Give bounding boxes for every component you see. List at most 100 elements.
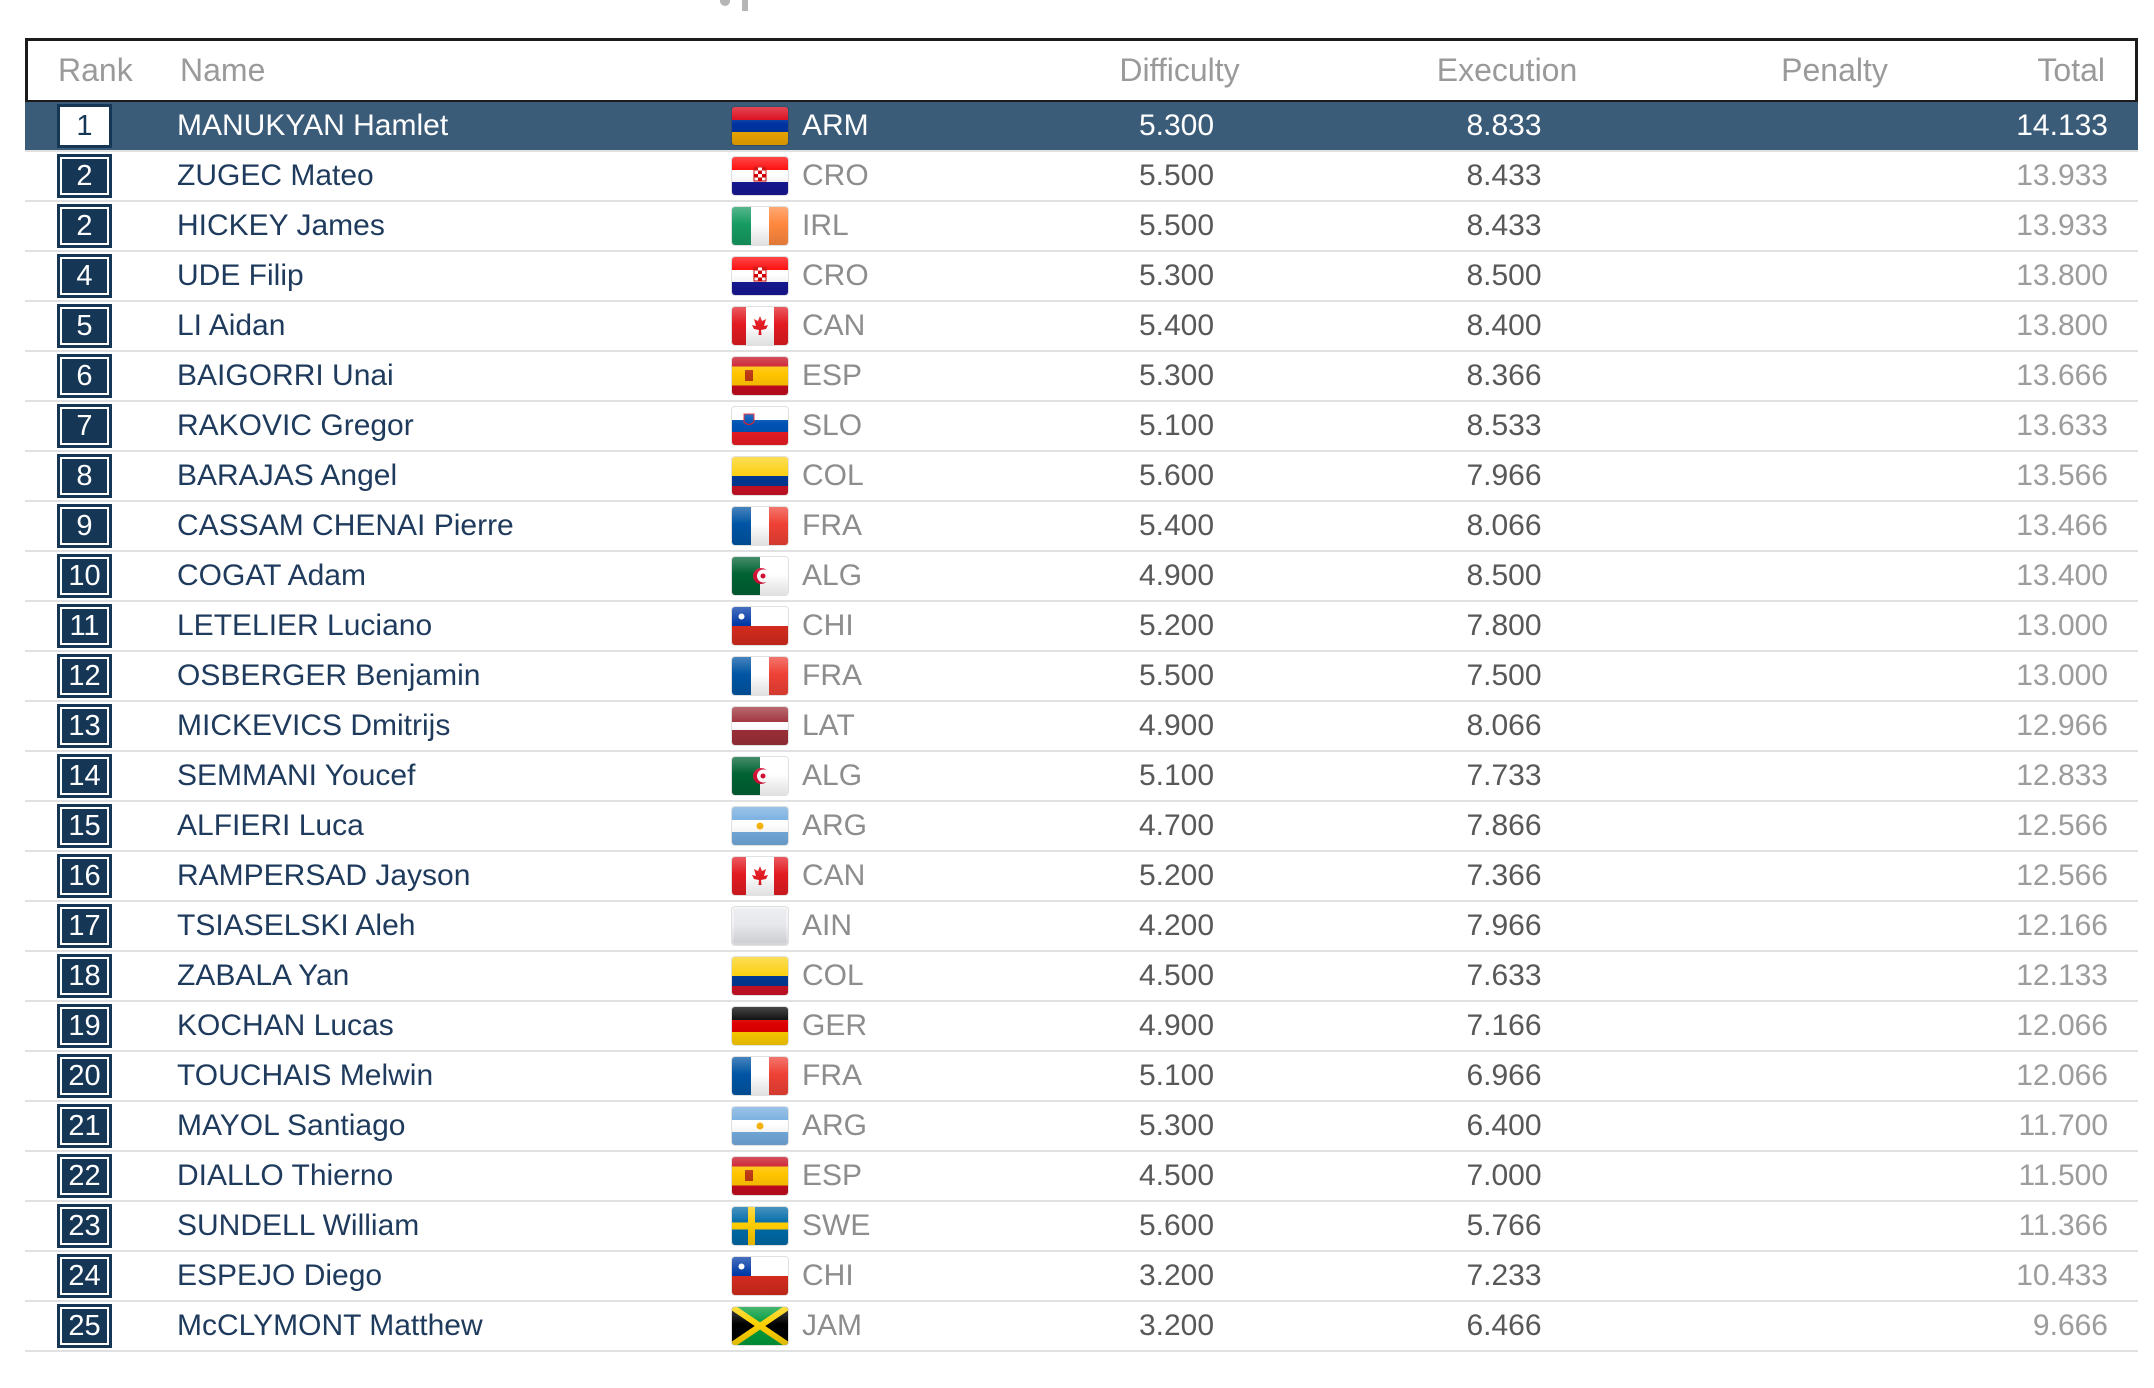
rank-cell: 4	[25, 254, 177, 298]
execution-score: 8.066	[1466, 709, 1542, 742]
table-row[interactable]: 15 ALFIERI Luca ARG 4.700 7.866 12.566	[25, 802, 2138, 852]
table-row[interactable]: 14 SEMMANI Youcef ALG 5.100 7.733 12.833	[25, 752, 2138, 802]
total-score: 13.000	[2016, 609, 2108, 642]
athlete-name[interactable]: HICKEY James	[177, 209, 732, 243]
table-row[interactable]: 23 SUNDELL William SWE 5.600 5.766 11.366	[25, 1202, 2138, 1252]
table-row[interactable]: 18 ZABALA Yan COL 4.500 7.633 12.133	[25, 952, 2138, 1002]
table-row[interactable]: 6 BAIGORRI Unai ESP 5.300 8.366 13.666	[25, 352, 2138, 402]
athlete-name[interactable]: ALFIERI Luca	[177, 809, 732, 843]
athlete-name[interactable]: LETELIER Luciano	[177, 609, 732, 643]
athlete-name[interactable]: UDE Filip	[177, 259, 732, 293]
flag-cell	[732, 907, 802, 945]
column-header-rank[interactable]: Rank	[28, 52, 180, 89]
rank-badge: 12	[57, 654, 112, 698]
nation-code: LAT	[802, 709, 855, 742]
table-row[interactable]: 2 HICKEY James IRL 5.500 8.433 13.933	[25, 202, 2138, 252]
athlete-name[interactable]: SEMMANI Youcef	[177, 759, 732, 793]
execution-score: 6.466	[1466, 1309, 1542, 1342]
total-score: 10.433	[2016, 1259, 2108, 1292]
column-header-difficulty[interactable]: Difficulty	[1077, 52, 1282, 89]
athlete-name[interactable]: MAYOL Santiago	[177, 1109, 732, 1143]
athlete-name[interactable]: SUNDELL William	[177, 1209, 732, 1243]
flag-cell	[732, 207, 802, 245]
athlete-name[interactable]: BAIGORRI Unai	[177, 359, 732, 393]
difficulty-score: 5.100	[1138, 759, 1215, 792]
table-row[interactable]: 24 ESPEJO Diego CHI 3.200 7.233 10.433	[25, 1252, 2138, 1302]
athlete-name[interactable]: KOCHAN Lucas	[177, 1009, 732, 1043]
nation-code: ALG	[802, 559, 863, 592]
athlete-name[interactable]: DIALLO Thierno	[177, 1159, 732, 1193]
nation-code: CAN	[802, 309, 866, 342]
athlete-name[interactable]: BARAJAS Angel	[177, 459, 732, 493]
column-header-penalty[interactable]: Penalty	[1732, 52, 1937, 89]
table-row[interactable]: 8 BARAJAS Angel COL 5.600 7.966 13.566	[25, 452, 2138, 502]
rank-badge: 13	[57, 704, 112, 748]
total-score: 13.933	[2016, 159, 2108, 192]
table-row[interactable]: 9 CASSAM CHENAI Pierre FRA 5.400 8.066 13.466	[25, 502, 2138, 552]
results-table: Rank Name Difficulty Execution Penalty T…	[25, 38, 2138, 1352]
table-row[interactable]: 25 McCLYMONT Matthew JAM 3.200 6.466 9.666	[25, 1302, 2138, 1352]
execution-score: 7.633	[1466, 959, 1542, 992]
table-row-highlighted[interactable]: 1 MANUKYAN Hamlet ARM 5.300 8.833 14.133	[25, 102, 2138, 152]
rank-cell: 6	[25, 354, 177, 398]
chile-flag-icon	[732, 607, 788, 645]
rank-cell: 1	[25, 104, 177, 148]
rank-badge: 16	[57, 854, 112, 898]
rank-badge: 1	[57, 104, 112, 148]
athlete-name[interactable]: CASSAM CHENAI Pierre	[177, 509, 732, 543]
flag-cell	[732, 1057, 802, 1095]
table-row[interactable]: 12 OSBERGER Benjamin FRA 5.500 7.500 13.000	[25, 652, 2138, 702]
athlete-name[interactable]: MANUKYAN Hamlet	[177, 109, 732, 143]
table-row[interactable]: 5 LI Aidan CAN 5.400 8.400 13.800	[25, 302, 2138, 352]
flag-cell	[732, 707, 802, 745]
rank-badge: 4	[57, 254, 112, 298]
table-row[interactable]: 4 UDE Filip CRO 5.300 8.500 13.800	[25, 252, 2138, 302]
total-score: 13.466	[2016, 509, 2108, 542]
table-row[interactable]: 11 LETELIER Luciano CHI 5.200 7.800 13.000	[25, 602, 2138, 652]
total-score: 13.933	[2016, 209, 2108, 242]
athlete-name[interactable]: McCLYMONT Matthew	[177, 1309, 732, 1343]
table-row[interactable]: 7 RAKOVIC Gregor SLO 5.100 8.533 13.633	[25, 402, 2138, 452]
rank-cell: 24	[25, 1254, 177, 1298]
athlete-name[interactable]: RAMPERSAD Jayson	[177, 859, 732, 893]
nation-code: CHI	[802, 1259, 854, 1292]
athlete-name[interactable]: ZABALA Yan	[177, 959, 732, 993]
athlete-name[interactable]: ZUGEC Mateo	[177, 159, 732, 193]
athlete-name[interactable]: TSIASELSKI Aleh	[177, 909, 732, 943]
rank-badge: 21	[57, 1104, 112, 1148]
difficulty-score: 5.200	[1138, 609, 1215, 642]
flag-cell	[732, 407, 802, 445]
nation-code: COL	[802, 959, 864, 992]
table-row[interactable]: 17 TSIASELSKI Aleh AIN 4.200 7.966 12.166	[25, 902, 2138, 952]
rank-cell: 19	[25, 1004, 177, 1048]
table-row[interactable]: 19 KOCHAN Lucas GER 4.900 7.166 12.066	[25, 1002, 2138, 1052]
rank-cell: 2	[25, 154, 177, 198]
rank-cell: 12	[25, 654, 177, 698]
column-header-name[interactable]: Name	[180, 52, 735, 89]
total-score: 12.833	[2016, 759, 2108, 792]
athlete-name[interactable]: ESPEJO Diego	[177, 1259, 732, 1293]
athlete-name[interactable]: COGAT Adam	[177, 559, 732, 593]
column-header-total[interactable]: Total	[1937, 52, 2135, 89]
nation-code: CHI	[802, 609, 854, 642]
table-row[interactable]: 2 ZUGEC Mateo CRO 5.500 8.433 13.933	[25, 152, 2138, 202]
table-row[interactable]: 10 COGAT Adam ALG 4.900 8.500 13.400	[25, 552, 2138, 602]
table-row[interactable]: 21 MAYOL Santiago ARG 5.300 6.400 11.700	[25, 1102, 2138, 1152]
difficulty-score: 5.100	[1138, 1059, 1215, 1092]
table-row[interactable]: 16 RAMPERSAD Jayson CAN 5.200 7.366 12.566	[25, 852, 2138, 902]
nation-code: ESP	[802, 359, 863, 392]
athlete-name[interactable]: OSBERGER Benjamin	[177, 659, 732, 693]
athlete-name[interactable]: LI Aidan	[177, 309, 732, 343]
athlete-name[interactable]: RAKOVIC Gregor	[177, 409, 732, 443]
difficulty-score: 4.500	[1138, 1159, 1215, 1192]
difficulty-score: 4.700	[1138, 809, 1215, 842]
table-row[interactable]: 22 DIALLO Thierno ESP 4.500 7.000 11.500	[25, 1152, 2138, 1202]
execution-score: 6.400	[1466, 1109, 1542, 1142]
athlete-name[interactable]: TOUCHAIS Melwin	[177, 1059, 732, 1093]
execution-score: 8.533	[1466, 409, 1542, 442]
table-row[interactable]: 20 TOUCHAIS Melwin FRA 5.100 6.966 12.066	[25, 1052, 2138, 1102]
table-row[interactable]: 13 MICKEVICS Dmitrijs LAT 4.900 8.066 12.966	[25, 702, 2138, 752]
rank-badge: 25	[57, 1304, 112, 1348]
column-header-execution[interactable]: Execution	[1282, 52, 1732, 89]
athlete-name[interactable]: MICKEVICS Dmitrijs	[177, 709, 732, 743]
